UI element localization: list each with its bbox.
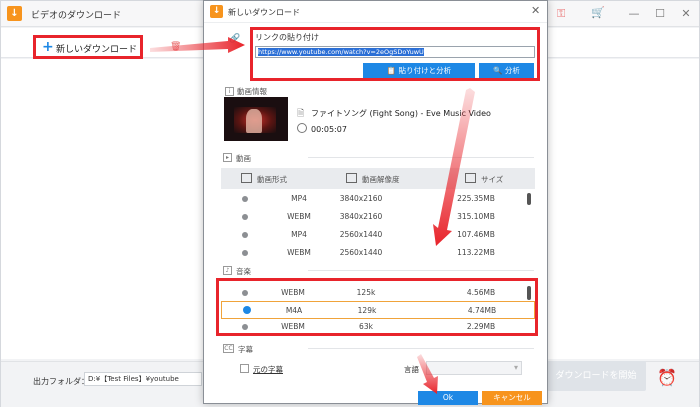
video-table-header: 動画形式 動画解像度 サイズ [221, 168, 535, 189]
video-section-divider [308, 157, 534, 158]
thumbnail-figure [246, 109, 262, 133]
size-icon [465, 173, 476, 183]
audio-size: 2.29MB [466, 322, 496, 331]
video-row[interactable]: MP4 3840x2160 225.35MB [221, 190, 535, 208]
radio-icon[interactable] [242, 250, 248, 256]
music-icon: ♪ [223, 266, 232, 275]
video-row[interactable]: WEBM 2560x1440 113.22MB [221, 244, 535, 262]
paste-and-analyze-button[interactable]: 📋 貼り付けと分析 [363, 63, 475, 78]
audio-section-header: 音楽 [236, 267, 251, 276]
app-logo-icon: ↓ [7, 6, 22, 21]
audio-scrollbar[interactable] [527, 286, 531, 300]
dialog-logo-icon: ↓ [210, 5, 223, 18]
trash-icon[interactable]: 🗑 [170, 42, 181, 52]
video-col-resolution: 動画解像度 [362, 175, 400, 184]
original-subtitle-label[interactable]: 元の字幕 [253, 364, 283, 375]
new-download-label: 新しいダウンロード [56, 45, 138, 55]
audio-row-selected[interactable]: M4A 129k 4.74MB [221, 301, 535, 319]
link-icon: 🔗 [229, 34, 241, 44]
maximize-icon[interactable]: ☐ [649, 5, 671, 23]
search-icon: 🔍 [493, 66, 505, 75]
video-col-size: サイズ [481, 175, 504, 184]
video-duration: 00:05:07 [311, 125, 347, 134]
video-row[interactable]: WEBM 3840x2160 315.10MB [221, 208, 535, 226]
language-label: 言語 [404, 365, 419, 374]
clock-icon [297, 123, 307, 133]
resolution-icon [346, 173, 357, 183]
audio-format: WEBM [281, 288, 305, 297]
video-section-header: 動画 [236, 154, 251, 163]
original-subtitle-checkbox[interactable] [240, 364, 249, 373]
new-download-button[interactable]: + 新しいダウンロード [33, 35, 143, 59]
alarm-clock-icon[interactable]: ⏰ [656, 367, 678, 389]
video-size: 107.46MB [457, 230, 495, 239]
url-value: https://www.youtube.com/watch?v=2eOgSDoY… [258, 48, 424, 56]
video-size: 113.22MB [457, 248, 495, 257]
cc-icon: CC [223, 344, 234, 353]
video-format: MP4 [291, 230, 307, 239]
audio-format: M4A [285, 306, 303, 315]
url-input[interactable]: https://www.youtube.com/watch?v=2eOgSDoY… [255, 46, 535, 58]
audio-size: 4.74MB [467, 306, 497, 315]
plus-icon: + [42, 39, 54, 55]
video-format: WEBM [287, 212, 311, 221]
video-format: MP4 [291, 194, 307, 203]
paste-and-analyze-label: 貼り付けと分析 [398, 66, 452, 75]
dialog-title: 新しいダウンロード [228, 8, 300, 17]
ok-button[interactable]: Ok [418, 391, 478, 405]
key-icon[interactable]: ⚿ [557, 7, 565, 21]
video-col-format: 動画形式 [257, 175, 287, 184]
video-resolution: 2560x1440 [339, 230, 383, 239]
paste-link-label: リンクの貼り付け [255, 33, 319, 42]
video-resolution: 2560x1440 [339, 248, 383, 257]
audio-bitrate: 125k [356, 288, 376, 297]
subtitle-section-header: 字幕 [238, 345, 253, 354]
document-icon: 🗎 [297, 109, 305, 119]
analyze-button[interactable]: 🔍 分析 [479, 63, 534, 78]
video-title: ファイトソング (Fight Song) - Eve Music Video [311, 109, 491, 118]
radio-icon[interactable] [242, 232, 248, 238]
audio-bitrate: 129k [357, 306, 377, 315]
video-info-header: 動画情報 [237, 87, 267, 96]
app-title: ビデオのダウンロード [31, 11, 122, 21]
language-select[interactable] [426, 361, 522, 375]
format-icon [241, 173, 252, 183]
analyze-label: 分析 [504, 66, 520, 75]
video-size: 225.35MB [457, 194, 495, 203]
audio-bitrate: 63k [359, 322, 373, 331]
video-row[interactable]: MP4 2560x1440 107.46MB [221, 226, 535, 244]
dialog-close-icon[interactable]: ✕ [531, 4, 540, 17]
start-download-button[interactable]: ダウンロードを開始 [546, 361, 646, 391]
cancel-button[interactable]: キャンセル [482, 391, 542, 405]
minimize-icon[interactable]: — [623, 5, 645, 23]
radio-icon[interactable] [242, 324, 248, 330]
radio-checked-icon[interactable] [243, 306, 251, 314]
video-thumbnail [224, 97, 288, 141]
audio-row[interactable]: WEBM 125k 4.56MB [221, 284, 535, 302]
video-scrollbar[interactable] [527, 193, 531, 205]
radio-icon[interactable] [242, 290, 248, 296]
info-icon: i [225, 87, 234, 96]
output-folder-label: 出力フォルダ： [33, 377, 89, 386]
video-format: WEBM [287, 248, 311, 257]
audio-size: 4.56MB [466, 288, 496, 297]
radio-icon[interactable] [242, 214, 248, 220]
video-resolution: 3840x2160 [339, 194, 383, 203]
cart-icon[interactable]: 🛒 [591, 6, 605, 19]
audio-row[interactable]: WEBM 63k 2.29MB [221, 318, 535, 336]
audio-section-divider [308, 270, 534, 271]
video-size: 315.10MB [457, 212, 495, 221]
clipboard-icon: 📋 [386, 66, 399, 75]
new-download-dialog: ↓ 新しいダウンロード ✕ 🔗 リンクの貼り付け https://www.you… [203, 0, 548, 405]
output-folder-input[interactable]: D:¥【Test Files】¥youtube [84, 372, 202, 386]
video-resolution: 3840x2160 [339, 212, 383, 221]
radio-icon[interactable] [242, 196, 248, 202]
dialog-titlebar: ↓ 新しいダウンロード ✕ [204, 1, 547, 23]
audio-format: WEBM [281, 322, 305, 331]
video-section-icon: ▸ [223, 153, 232, 162]
subtitle-section-divider [308, 348, 534, 349]
close-icon[interactable]: ✕ [675, 5, 697, 23]
